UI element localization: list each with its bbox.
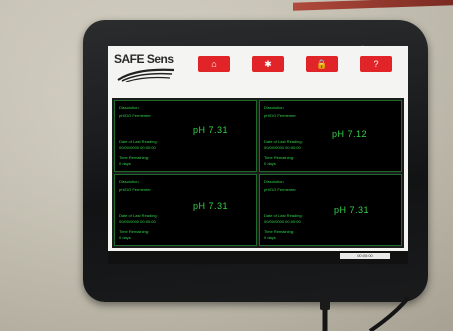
panel-remaining-value: 0 days <box>264 161 276 166</box>
sensor-grid: Dissolution pH/DO Fermenter Date of Last… <box>112 98 404 248</box>
panel-remaining-value: 0 days <box>119 235 131 240</box>
logo-swoosh-icon <box>117 68 175 82</box>
ph-readout: pH 7.31 <box>193 201 229 211</box>
panel-remaining-label: Time Remaining: <box>264 229 295 234</box>
power-cable <box>320 286 418 331</box>
status-box: 00:00:00 <box>340 253 390 259</box>
sensor-panel[interactable]: Dissolution pH/DO Fermenter Date of Last… <box>114 100 257 172</box>
panel-subtitle: pH/DO Fermenter <box>264 187 296 192</box>
app-logo-text: SAFE Sens <box>114 52 174 66</box>
tablet-screen: SAFE Sens ⌂ ✱ 🔒 ? Dissolution pH/DO Ferm… <box>108 46 408 264</box>
panel-remaining-value: 0 days <box>264 235 276 240</box>
panel-remaining-value: 0 days <box>119 161 131 166</box>
lock-button[interactable]: 🔒 <box>306 56 338 72</box>
sensor-panel[interactable]: Dissolution pH/DO Fermenter Date of Last… <box>259 174 402 246</box>
sensor-panel[interactable]: Dissolution pH/DO Fermenter Date of Last… <box>259 100 402 172</box>
panel-reading-label: Date of Last Reading: <box>119 139 158 144</box>
panel-reading-time: 00/00/0000 00:00:00 <box>264 145 301 150</box>
panel-title: Dissolution <box>264 179 284 184</box>
panel-title: Dissolution <box>264 105 284 110</box>
panel-remaining-label: Time Remaining: <box>119 155 150 160</box>
panel-title: Dissolution <box>119 179 139 184</box>
nav-bar: ⌂ ✱ 🔒 ? <box>188 56 398 76</box>
panel-subtitle: pH/DO Fermenter <box>119 187 151 192</box>
settings-icon: ✱ <box>264 58 272 69</box>
panel-subtitle: pH/DO Fermenter <box>119 113 151 118</box>
panel-reading-label: Date of Last Reading: <box>264 139 303 144</box>
home-button[interactable]: ⌂ <box>198 56 230 72</box>
panel-reading-label: Date of Last Reading: <box>119 213 158 218</box>
panel-reading-time: 00/00/0000 00:00:00 <box>264 219 301 224</box>
panel-remaining-label: Time Remaining: <box>264 155 295 160</box>
panel-title: Dissolution <box>119 105 139 110</box>
ph-readout: pH 7.31 <box>334 205 370 215</box>
sensor-panel[interactable]: Dissolution pH/DO Fermenter Date of Last… <box>114 174 257 246</box>
settings-button[interactable]: ✱ <box>252 56 284 72</box>
panel-subtitle: pH/DO Fermenter <box>264 113 296 118</box>
panel-remaining-label: Time Remaining: <box>119 229 150 234</box>
ph-readout: pH 7.12 <box>332 129 368 139</box>
ph-readout: pH 7.31 <box>193 125 229 135</box>
help-button[interactable]: ? <box>360 56 392 72</box>
panel-reading-time: 00/00/0000 00:00:00 <box>119 219 156 224</box>
status-bar: 00:00:00 <box>108 251 408 264</box>
home-icon: ⌂ <box>211 59 217 69</box>
lock-icon: 🔒 <box>316 58 328 69</box>
help-icon: ? <box>373 59 379 69</box>
app-logo: SAFE Sens <box>114 52 184 86</box>
panel-reading-label: Date of Last Reading: <box>264 213 303 218</box>
panel-reading-time: 00/00/0000 00:00:00 <box>119 145 156 150</box>
